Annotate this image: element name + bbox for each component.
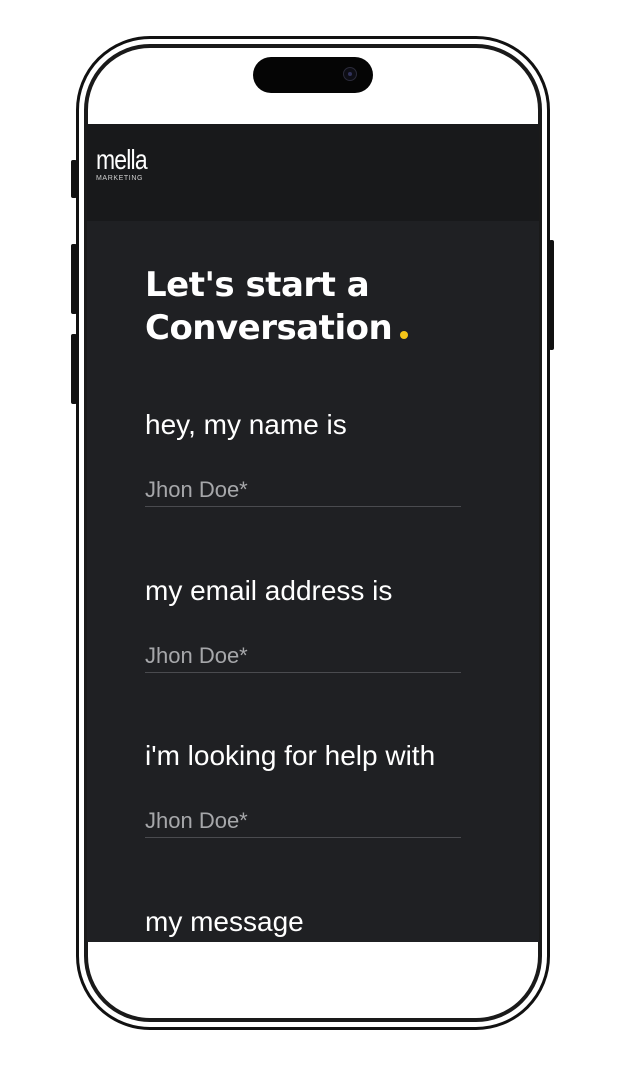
app-screen: mella MARKETING Let's start a Conversati… bbox=[87, 124, 539, 942]
phone-side-button-mute bbox=[71, 160, 77, 198]
phone-side-button-power bbox=[549, 240, 554, 350]
message-label: my message bbox=[145, 906, 304, 937]
logo-subtext: MARKETING bbox=[96, 175, 144, 182]
phone-side-button-volume-up bbox=[71, 244, 77, 314]
logo-wordmark: mella bbox=[96, 144, 148, 175]
phone-side-button-volume-down bbox=[71, 334, 77, 404]
help-input[interactable] bbox=[145, 805, 461, 838]
help-label: i'm looking for help with bbox=[145, 740, 436, 771]
title-line-2: Conversation bbox=[145, 308, 393, 348]
brand-logo[interactable]: mella MARKETING bbox=[96, 146, 148, 192]
name-label: hey, my name is bbox=[145, 409, 347, 440]
email-label: my email address is bbox=[145, 575, 393, 606]
camera-icon bbox=[343, 67, 357, 81]
title-line-1: Let's start a bbox=[145, 265, 370, 305]
name-input[interactable] bbox=[145, 474, 461, 507]
page-title: Let's start a Conversation bbox=[145, 264, 409, 350]
email-input[interactable] bbox=[145, 640, 461, 673]
accent-dot-icon bbox=[400, 331, 409, 339]
app-header: mella MARKETING bbox=[87, 124, 539, 221]
